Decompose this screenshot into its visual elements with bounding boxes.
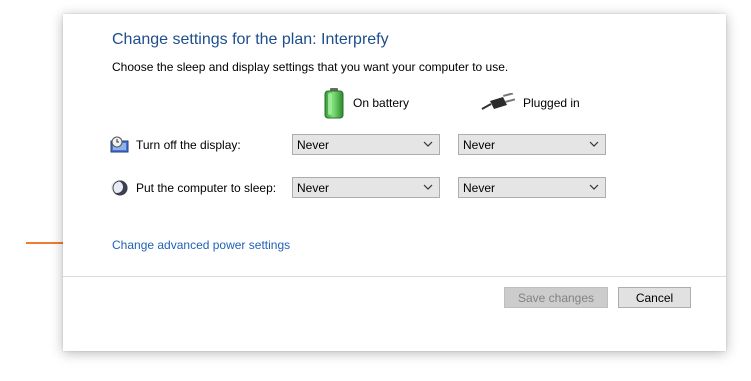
sleep-moon-icon [111,180,128,196]
sleep-plugged-select[interactable]: Never [458,177,606,198]
row-label-sleep: Put the computer to sleep: [110,179,276,197]
power-plan-settings-window: Change settings for the plan: Interprefy… [63,14,726,351]
chevron-down-icon [423,141,433,147]
column-label-battery: On battery [353,96,410,110]
change-advanced-power-settings-link[interactable]: Change advanced power settings [112,238,290,252]
battery-icon [324,88,344,119]
chevron-down-icon [589,141,599,147]
cancel-button[interactable]: Cancel [618,287,691,308]
display-plugged-value: Never [463,137,496,152]
chevron-down-icon [589,184,599,190]
display-plugged-select[interactable]: Never [458,134,606,155]
sleep-battery-select[interactable]: Never [292,177,440,198]
page-subtitle: Choose the sleep and display settings th… [112,60,509,74]
row-label-display: Turn off the display: [110,136,241,154]
sleep-plugged-value: Never [463,180,496,195]
display-timer-icon [110,136,129,153]
column-label-plugged: Plugged in [523,96,580,110]
sleep-battery-value: Never [297,180,330,195]
put-computer-sleep-label: Put the computer to sleep: [136,181,277,195]
column-header-battery: On battery [323,87,409,119]
display-battery-select[interactable]: Never [292,134,440,155]
divider [63,276,726,277]
power-plug-icon [481,93,515,110]
chevron-down-icon [423,184,433,190]
save-changes-button[interactable]: Save changes [504,287,608,308]
column-header-plugged: Plugged in [481,93,580,113]
page-title: Change settings for the plan: Interprefy [112,31,389,48]
turn-off-display-label: Turn off the display: [136,138,241,152]
display-battery-value: Never [297,137,330,152]
